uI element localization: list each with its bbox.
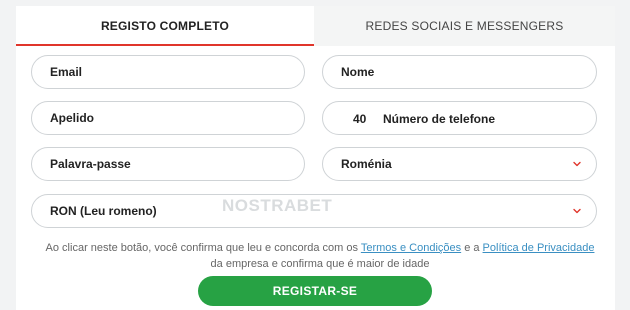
chevron-down-icon <box>573 161 581 167</box>
name-field[interactable]: Nome <box>322 55 597 89</box>
name-placeholder: Nome <box>341 65 375 79</box>
tab-social-messengers[interactable]: REDES SOCIAIS E MESSENGERS <box>314 6 615 46</box>
register-button[interactable]: REGISTAR-SE <box>198 276 432 306</box>
consent-text-middle: e a <box>461 242 483 254</box>
registration-tabs: REGISTO COMPLETO REDES SOCIAIS E MESSENG… <box>16 6 615 46</box>
country-value: Roménia <box>341 157 392 171</box>
currency-value: RON (Leu romeno) <box>50 204 157 218</box>
privacy-link[interactable]: Política de Privacidade <box>483 242 595 254</box>
phone-country-code[interactable]: 40 <box>353 112 366 126</box>
surname-field[interactable]: Apelido <box>31 101 305 135</box>
password-field[interactable]: Palavra-passe <box>31 147 305 181</box>
password-placeholder: Palavra-passe <box>50 157 131 171</box>
consent-text-before: Ao clicar neste botão, você confirma que… <box>45 242 361 254</box>
country-select[interactable]: Roménia <box>322 147 597 181</box>
chevron-down-icon <box>573 208 581 214</box>
email-placeholder: Email <box>50 65 83 79</box>
consent-text-after: da empresa e confirma que é maior de ida… <box>210 258 430 270</box>
email-field[interactable]: Email <box>31 55 305 89</box>
tab-full-registration[interactable]: REGISTO COMPLETO <box>16 6 314 46</box>
watermark-logo: NOSTRABET <box>222 196 333 215</box>
consent-text: Ao clicar neste botão, você confirma que… <box>40 240 600 272</box>
phone-field[interactable]: 40 Número de telefone <box>322 101 597 135</box>
phone-placeholder: Número de telefone <box>383 112 496 126</box>
terms-link[interactable]: Termos e Condições <box>361 242 461 254</box>
surname-placeholder: Apelido <box>50 111 94 125</box>
